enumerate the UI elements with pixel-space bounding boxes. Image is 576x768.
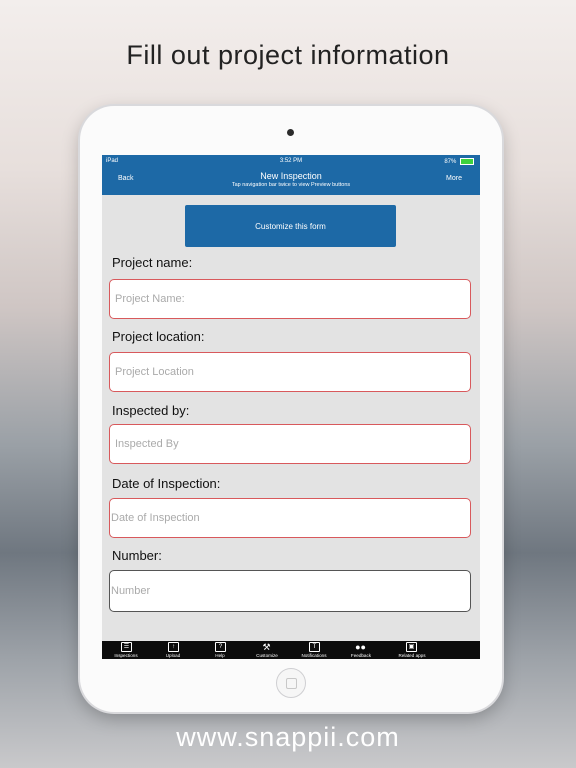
project-location-label: Project location: (112, 329, 205, 344)
tab-help[interactable]: ? Help (196, 641, 244, 659)
date-of-inspection-label: Date of Inspection: (112, 476, 221, 491)
tools-icon: ⚒ (262, 642, 271, 652)
project-name-input[interactable]: Project Name: (109, 279, 471, 319)
upload-icon: ↑ (168, 642, 179, 652)
inspected-by-label: Inspected by: (112, 403, 190, 418)
app-screen: iPad 3:52 PM 87% Back New Inspection Tap… (102, 155, 480, 659)
battery-status: 87% (444, 158, 474, 165)
project-name-label: Project name: (112, 255, 193, 270)
tab-label: Feedback (350, 653, 372, 658)
website-url: www.snappii.com (176, 722, 400, 752)
tab-label: Notifications (301, 653, 327, 658)
tab-feedback[interactable]: ●● Feedback (337, 641, 385, 659)
page-subtitle: Tap navigation bar twice to view Preview… (231, 182, 351, 188)
tab-notifications[interactable]: T Notifications (290, 641, 338, 659)
ipad-frame: iPad 3:52 PM 87% Back New Inspection Tap… (80, 106, 502, 712)
tab-bar: ☰ Inspections ↑ Upload ? Help ⚒ Customiz… (102, 641, 480, 659)
camera-icon (287, 129, 294, 136)
help-icon: ? (215, 642, 226, 652)
number-label: Number: (112, 548, 162, 563)
notifications-icon: T (309, 642, 320, 652)
tab-label: Customize (256, 653, 278, 658)
tab-inspections[interactable]: ☰ Inspections (102, 641, 150, 659)
feedback-icon: ●● (355, 642, 366, 652)
tab-label: Related apps (398, 653, 426, 658)
tab-label: Help (215, 653, 225, 658)
battery-percent: 87% (444, 159, 457, 166)
number-input[interactable]: Number (109, 570, 471, 612)
page-title: New Inspection (260, 171, 322, 181)
more-button[interactable]: More (446, 175, 462, 182)
navigation-bar[interactable]: Back New Inspection Tap navigation bar t… (102, 167, 480, 195)
status-bar: iPad 3:52 PM 87% (102, 155, 480, 167)
date-of-inspection-input[interactable]: Date of Inspection (109, 498, 471, 538)
tab-upload[interactable]: ↑ Upload (149, 641, 197, 659)
inspected-by-input[interactable]: Inspected By (109, 424, 471, 464)
project-location-input[interactable]: Project Location (109, 352, 471, 392)
clock: 3:52 PM (279, 158, 303, 164)
home-button[interactable] (276, 668, 306, 698)
customize-form-button[interactable]: Customize this form (185, 205, 396, 247)
related-apps-icon: ▣ (406, 642, 417, 652)
tab-label: Upload (165, 653, 181, 658)
battery-icon (460, 158, 474, 165)
tab-related-apps[interactable]: ▣ Related apps (386, 641, 438, 659)
tab-customize[interactable]: ⚒ Customize (243, 641, 291, 659)
inspections-icon: ☰ (121, 642, 132, 652)
tab-label: Inspections (114, 653, 138, 658)
headline: Fill out project information (126, 40, 450, 70)
